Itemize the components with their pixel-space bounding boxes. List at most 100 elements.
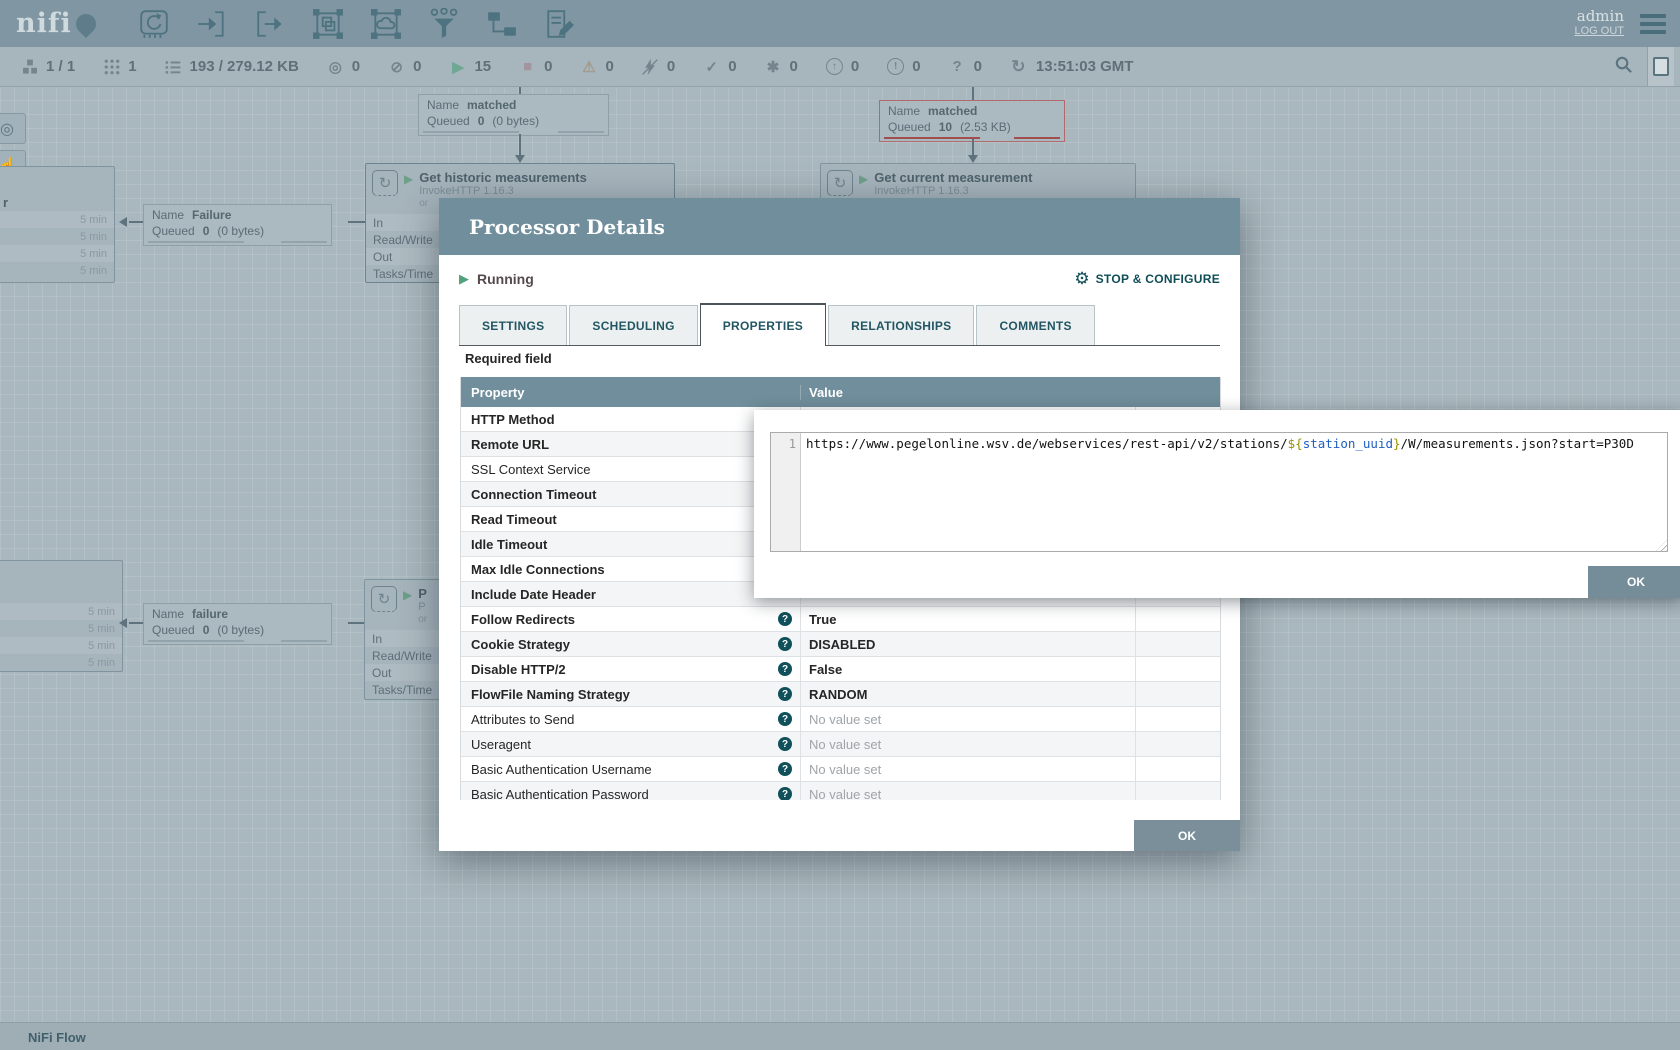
stopped-icon: ■ bbox=[518, 57, 537, 76]
processor-bundle: or bbox=[418, 614, 427, 626]
status-count: 15 bbox=[474, 58, 491, 75]
stale-icon: ↑ bbox=[825, 57, 844, 76]
status-count: 0 bbox=[912, 58, 920, 75]
compass-icon: ◎ bbox=[0, 119, 14, 139]
property-row: Basic Authentication Username?No value s… bbox=[461, 757, 1220, 782]
status-sync-failure: !0 bbox=[886, 57, 920, 76]
value-column-header: Value bbox=[801, 385, 1136, 400]
status-up-to-date: ✓0 bbox=[702, 57, 736, 76]
property-value[interactable]: No value set bbox=[801, 732, 1136, 756]
up-to-date-icon: ✓ bbox=[702, 57, 721, 76]
connection-line bbox=[129, 622, 143, 624]
sync-failure-icon: ! bbox=[886, 57, 905, 76]
help-icon[interactable]: ? bbox=[778, 662, 792, 676]
processor-type: P bbox=[418, 601, 427, 614]
status-count: 0 bbox=[728, 58, 736, 75]
dialog-ok-button[interactable]: OK bbox=[1134, 820, 1240, 851]
property-row: Cookie Strategy? DISABLED bbox=[461, 632, 1220, 657]
tab-settings[interactable]: SETTINGS bbox=[459, 305, 567, 345]
property-value[interactable]: No value set bbox=[801, 782, 1136, 800]
locally-modified-icon: ✱ bbox=[764, 57, 783, 76]
unknown-version-icon: ? bbox=[948, 57, 967, 76]
status-cubes: 1 / 1 bbox=[20, 57, 75, 76]
property-name: Include Date Header bbox=[471, 587, 800, 602]
help-icon[interactable]: ? bbox=[778, 612, 792, 626]
tab-scheduling[interactable]: SCHEDULING bbox=[569, 305, 697, 345]
help-icon[interactable]: ? bbox=[778, 637, 792, 651]
help-icon[interactable]: ? bbox=[778, 687, 792, 701]
tab-comments[interactable]: COMMENTS bbox=[976, 305, 1094, 345]
property-row: FlowFile Naming Strategy? RANDOM bbox=[461, 682, 1220, 707]
status-history-panel-button[interactable] bbox=[1647, 47, 1674, 86]
remote-url-value[interactable]: https://www.pegelonline.wsv.de/webservic… bbox=[801, 433, 1667, 551]
template-icon[interactable] bbox=[486, 8, 518, 40]
connection-line bbox=[348, 221, 365, 223]
property-value[interactable]: No value set bbox=[801, 757, 1136, 781]
global-menu-icon[interactable] bbox=[1640, 14, 1666, 34]
dialog-tabs: SETTINGSSCHEDULINGPROPERTIESRELATIONSHIP… bbox=[459, 303, 1220, 346]
property-name: Useragent bbox=[471, 737, 778, 752]
processor-type: InvokeHTTP 1.16.3 bbox=[419, 185, 587, 198]
status-locally-modified: ✱0 bbox=[764, 57, 798, 76]
running-state-icon: ▶ bbox=[459, 271, 469, 287]
status-count: 0 bbox=[352, 58, 360, 75]
property-value[interactable]: True bbox=[801, 607, 1136, 631]
last-refresh-time: ↻13:51:03 GMT bbox=[1009, 57, 1134, 76]
property-value[interactable]: False bbox=[801, 657, 1136, 681]
property-row: Follow Redirects?True bbox=[461, 607, 1220, 632]
help-icon[interactable]: ? bbox=[778, 787, 792, 800]
status-list: 193 / 279.12 KB bbox=[164, 57, 299, 76]
output-port-icon[interactable] bbox=[254, 8, 286, 40]
connection-line bbox=[972, 86, 974, 100]
status-count: 0 bbox=[544, 58, 552, 75]
stop-and-configure-button[interactable]: ⚙ STOP & CONFIGURE bbox=[1074, 269, 1220, 289]
connection-line bbox=[519, 134, 521, 155]
processor-stat-row: 5 min bbox=[0, 262, 114, 279]
value-editor-textarea[interactable]: 1 https://www.pegelonline.wsv.de/webserv… bbox=[770, 432, 1668, 552]
processor-offscreen-lower[interactable]: 5 min5 min5 min5 min bbox=[0, 560, 123, 672]
tab-properties[interactable]: PROPERTIES bbox=[700, 303, 826, 346]
navigate-palette-button[interactable]: ◎ bbox=[0, 113, 26, 144]
processor-icon[interactable] bbox=[138, 8, 170, 40]
line-number-gutter: 1 bbox=[771, 433, 801, 551]
label-icon[interactable] bbox=[544, 8, 576, 40]
help-icon[interactable]: ? bbox=[778, 712, 792, 726]
help-icon[interactable]: ? bbox=[778, 737, 792, 751]
status-count: 193 / 279.12 KB bbox=[190, 58, 299, 75]
app-header: nifi admin LOG OUT bbox=[0, 0, 1680, 47]
property-name: FlowFile Naming Strategy bbox=[471, 687, 778, 702]
breadcrumb-nifi-flow[interactable]: NiFi Flow bbox=[28, 1030, 86, 1045]
help-icon[interactable]: ? bbox=[778, 762, 792, 776]
invalid-icon: ⚠ bbox=[580, 57, 599, 76]
connection-matched-alert[interactable]: Namematched Queued10(2.53 KB) bbox=[879, 100, 1065, 142]
connection-arrow bbox=[119, 217, 127, 227]
property-name: Cookie Strategy bbox=[471, 637, 778, 652]
input-port-icon[interactable] bbox=[196, 8, 228, 40]
processor-title: Get current measurement bbox=[874, 170, 1032, 185]
search-icon[interactable] bbox=[1614, 55, 1633, 79]
property-value[interactable]: No value set bbox=[801, 707, 1136, 731]
remote-process-group-icon[interactable] bbox=[370, 8, 402, 40]
processor-offscreen-upper[interactable]: r 5 min5 min5 min5 min bbox=[0, 166, 115, 283]
invokehttp-processor-icon: ↻ bbox=[827, 170, 853, 196]
processor-title: Get historic measurements bbox=[419, 170, 587, 185]
tab-relationships[interactable]: RELATIONSHIPS bbox=[828, 305, 974, 345]
processor-stat-row: 5 min bbox=[0, 603, 122, 620]
connection-failure-upper[interactable]: NameFailure Queued0(0 bytes) bbox=[143, 204, 332, 246]
processor-run-status: Running bbox=[477, 271, 534, 287]
process-group-icon[interactable] bbox=[312, 8, 344, 40]
property-name: Idle Timeout bbox=[471, 537, 800, 552]
status-not-transmitting: ⊘0 bbox=[387, 57, 421, 76]
status-count: 0 bbox=[974, 58, 982, 75]
property-value[interactable]: DISABLED bbox=[801, 632, 1136, 656]
status-count: 0 bbox=[851, 58, 859, 75]
connection-failure-lower[interactable]: Namefailure Queued0(0 bytes) bbox=[143, 603, 332, 645]
logout-link[interactable]: LOG OUT bbox=[1574, 24, 1624, 39]
processor-stat-row: 5 min bbox=[0, 228, 114, 245]
processor-stat-row: 5 min bbox=[0, 654, 122, 671]
refresh-icon[interactable]: ↻ bbox=[1009, 57, 1028, 76]
editor-ok-button[interactable]: OK bbox=[1588, 566, 1680, 598]
connection-matched-top[interactable]: Namematched Queued0(0 bytes) bbox=[418, 94, 609, 136]
funnel-icon[interactable] bbox=[428, 8, 460, 40]
property-value[interactable]: RANDOM bbox=[801, 682, 1136, 706]
